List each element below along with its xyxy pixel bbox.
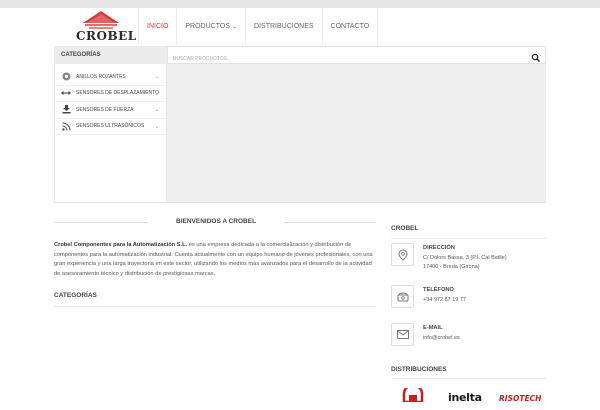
email-address[interactable]: info@crobel.es <box>423 334 460 343</box>
map-pin-icon <box>391 243 414 266</box>
divider <box>284 222 376 223</box>
category-label: SENSORES DE FUERZA <box>76 106 134 113</box>
categories-section-title: CATEGORÍAS <box>54 292 97 299</box>
nav-inicio[interactable]: INICIO <box>138 8 176 45</box>
nav-productos-label: PRODUCTOS <box>185 23 230 30</box>
distributions-title: DISTRIBUCIONES <box>391 366 447 373</box>
phone-label: TELÉFONO <box>423 287 454 293</box>
envelope-icon <box>391 323 414 346</box>
search-bar <box>167 46 546 67</box>
inelta-wordmark: inelta <box>448 391 482 404</box>
category-list: ANILLOS ROZANTES ⌄ SENSORES DE DESPLAZAM… <box>54 64 167 203</box>
address-line-2: 17400 - Breda (Girona) <box>423 263 480 270</box>
category-item-anillos-rozantes[interactable]: ANILLOS ROZANTES ⌄ <box>55 69 166 86</box>
address-label: DIRECCIÓN <box>423 245 455 251</box>
category-item-sensores-ultrasonicos[interactable]: SENSORES ULTRASÓNICOS ⌄ <box>55 119 166 135</box>
email-label: E-MAIL <box>423 325 443 331</box>
categories-toggle[interactable]: CATEGORÍAS <box>54 46 167 64</box>
double-arrow-icon <box>61 88 71 98</box>
nav-contacto[interactable]: CONTACTO <box>321 8 379 45</box>
company-name: Crobel Componentes para la Automatizació… <box>54 242 188 248</box>
divider <box>391 238 546 239</box>
divider <box>54 306 376 307</box>
chevron-down-icon: ⌄ <box>232 24 238 30</box>
rss-icon <box>61 121 71 131</box>
slip-ring-icon <box>61 72 71 82</box>
sidebar-title: CROBEL <box>391 225 419 232</box>
divider <box>54 222 148 223</box>
category-label: ANILLOS ROZANTES <box>76 73 126 80</box>
chevron-down-icon: ⌄ <box>154 107 159 113</box>
logo-roof-icon <box>83 11 119 29</box>
crobel-logo[interactable]: CROBEL <box>76 11 137 43</box>
hero-banner[interactable] <box>167 64 546 203</box>
phone-icon <box>391 285 414 308</box>
category-label: SENSORES ULTRASÓNICOS <box>76 123 145 130</box>
address-line-1: C/ Dòlors Bassa, 3 (P.I. Cal Batlle) <box>423 255 507 261</box>
welcome-title: BIENVENIDOS A CROBEL <box>176 218 257 225</box>
category-item-sensores-desplazamiento[interactable]: SENSORES DE DESPLAZAMIENTO ⌄ <box>55 86 166 102</box>
top-strip <box>0 0 600 8</box>
welcome-paragraph: Crobel Componentes para la Automatizació… <box>54 241 376 279</box>
divider <box>391 378 546 379</box>
logo-text: CROBEL <box>76 29 137 43</box>
download-icon <box>61 105 71 115</box>
nav-contacto-label: CONTACTO <box>330 23 370 30</box>
category-label: SENSORES DE DESPLAZAMIENTO <box>76 90 159 97</box>
risotech-wordmark: RISOTECH <box>499 394 542 403</box>
nav-distribuciones[interactable]: DISTRIBUCIONES <box>245 8 322 45</box>
main-nav: INICIO PRODUCTOS ⌄ DISTRIBUCIONES CONTACT… <box>138 8 379 45</box>
nav-productos[interactable]: PRODUCTOS ⌄ <box>176 8 245 45</box>
chevron-down-icon: ⌄ <box>154 123 159 130</box>
chevron-down-icon: ⌄ <box>154 90 159 97</box>
category-item-sensores-fuerza[interactable]: SENSORES DE FUERZA ⌄ <box>55 102 166 119</box>
phone-number[interactable]: +34 972 87 19 77 <box>423 296 466 305</box>
nav-distribuciones-label: DISTRIBUCIONES <box>254 23 314 30</box>
chevron-down-icon: ⌄ <box>154 74 159 80</box>
nav-inicio-label: INICIO <box>147 23 169 30</box>
search-icon[interactable] <box>531 50 541 62</box>
